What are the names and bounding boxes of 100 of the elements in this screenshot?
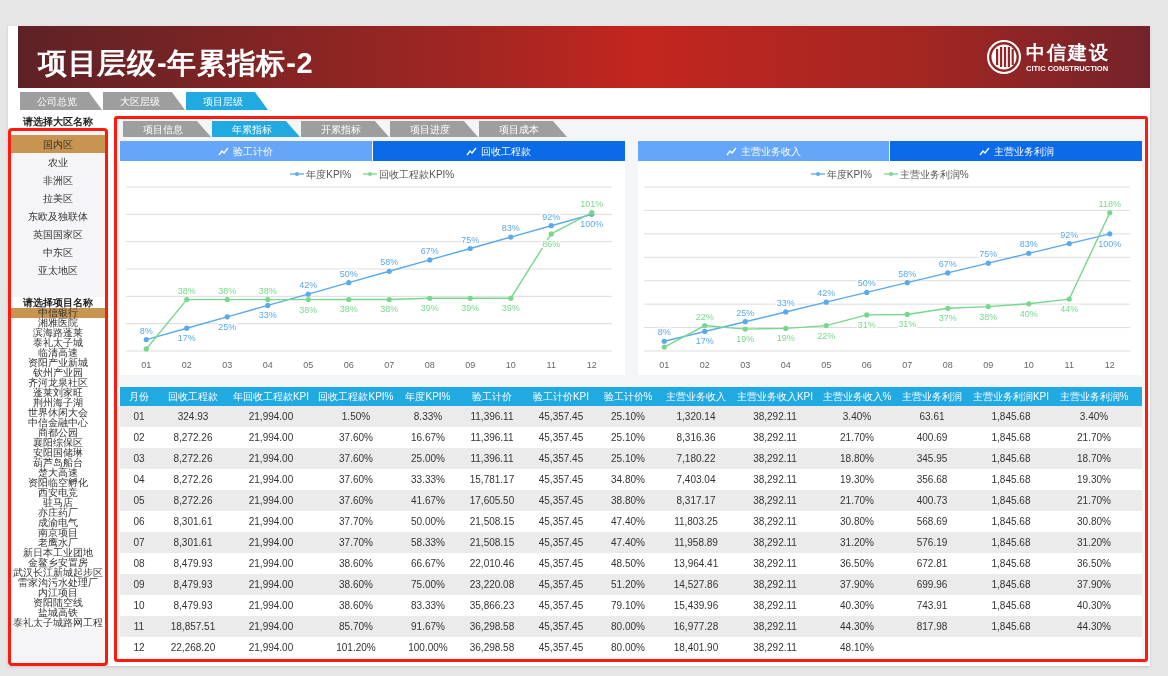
- project-item[interactable]: 南京项目: [11, 528, 105, 538]
- project-item[interactable]: 成渝电气: [11, 518, 105, 528]
- table-cell-text: 1.50%: [340, 410, 372, 424]
- table-cell-text: 47.40%: [610, 515, 646, 529]
- legend-item: 回收工程款KPI%: [363, 167, 455, 181]
- table-cell-text: 21,508.15: [468, 536, 516, 550]
- chart-tab[interactable]: 主营业务利润: [890, 141, 1142, 161]
- project-title: 请选择项目名称: [11, 297, 105, 308]
- data-label: 25%: [735, 307, 754, 318]
- table-cell-text: 23,220.08: [468, 578, 516, 592]
- axis-label: 02: [699, 360, 710, 370]
- axis-label: 06: [861, 360, 872, 370]
- table-cell-text: 85.70%: [338, 620, 374, 634]
- region-item[interactable]: 国内区: [11, 135, 105, 153]
- project-item[interactable]: 齐河龙泉社区: [11, 378, 105, 388]
- table-cell-text: 35,866.23: [468, 599, 516, 613]
- project-item[interactable]: 金鳌乡安置房: [11, 558, 105, 568]
- region-item[interactable]: 农业: [11, 153, 105, 171]
- table-cell-text: 8,479.93: [172, 599, 214, 613]
- data-label: 101%: [580, 198, 604, 209]
- table-cell-text: 25.10%: [610, 410, 646, 424]
- table-cell-text: 21.70%: [1076, 431, 1112, 445]
- table-cell-text: 18,857.51: [169, 620, 217, 634]
- table-cell-text: 1,845.68: [990, 494, 1032, 508]
- column-header: 回收工程款: [167, 390, 219, 404]
- project-item[interactable]: 武汉长江新城起步区: [11, 568, 105, 578]
- project-item[interactable]: 盐城高铁: [11, 608, 105, 618]
- table-cell-text: 38,292.11: [752, 641, 798, 655]
- axis-label: 10: [1023, 360, 1034, 370]
- data-label: 75%: [978, 249, 997, 260]
- project-item[interactable]: 钦州产业园: [11, 368, 105, 378]
- project-item[interactable]: 商都公园: [11, 428, 105, 438]
- table-cell-text: 7,180.22: [675, 452, 717, 466]
- table-cell-text: 37.60%: [338, 473, 374, 487]
- region-item[interactable]: 亚太地区: [11, 261, 105, 279]
- project-item[interactable]: 资阳陆空线: [11, 598, 105, 608]
- legend-item: 年度KPI%: [810, 167, 872, 181]
- project-item[interactable]: 葫芦岛船台: [11, 458, 105, 468]
- project-item[interactable]: 泰礼太子城路网工程: [11, 618, 105, 628]
- table-cell-text: 3.40%: [841, 410, 873, 424]
- table-cell-text: 30.80%: [1076, 515, 1112, 529]
- project-item[interactable]: 临清高速: [11, 348, 105, 358]
- axis-label: 10: [505, 360, 516, 370]
- table-cell-text: 817.98: [915, 620, 949, 634]
- data-label: 31%: [897, 319, 916, 330]
- project-item[interactable]: 荆州海子湖: [11, 398, 105, 408]
- table-cell-text: 36.50%: [839, 557, 875, 571]
- table-cell-text: 41.67%: [410, 494, 446, 508]
- table-cell-text: 45,357.45: [537, 494, 585, 508]
- table-cell-text: 356.68: [915, 473, 949, 487]
- project-item[interactable]: 亦庄药厂: [11, 508, 105, 518]
- axis-label: 06: [343, 360, 354, 370]
- table-cell-text: 8,317.17: [675, 494, 717, 508]
- project-item[interactable]: 楚大高速: [11, 468, 105, 478]
- table-cell-text: 21,994.00: [247, 494, 295, 508]
- table-cell-text: 22,010.46: [468, 557, 516, 571]
- table-cell-text: 15,439.96: [672, 599, 720, 613]
- table-cell-text: 324.93: [176, 410, 210, 424]
- table-cell-text: 37.60%: [338, 494, 374, 508]
- table-cell-text: 45,357.45: [537, 557, 585, 571]
- project-item[interactable]: 雷家沟污水处理厂: [11, 578, 105, 588]
- project-item[interactable]: 资阳产业新城: [11, 358, 105, 368]
- project-item[interactable]: 蓬莱刘家旺: [11, 388, 105, 398]
- region-item[interactable]: 拉美区: [11, 189, 105, 207]
- data-label: 75%: [461, 234, 480, 245]
- project-item[interactable]: 资阳临空孵化: [11, 478, 105, 488]
- region-item[interactable]: 东欧及独联体: [11, 207, 105, 225]
- axis-label: 02: [181, 360, 192, 370]
- project-item[interactable]: 中信金融中心: [11, 418, 105, 428]
- data-label: 25%: [218, 321, 237, 332]
- project-item[interactable]: 西安电竞: [11, 488, 105, 498]
- table-cell-text: 34.80%: [610, 473, 646, 487]
- chart-tab[interactable]: 回收工程款: [372, 141, 625, 161]
- table-cell-text: 50.00%: [410, 515, 446, 529]
- column-header: 主营业务收入%: [821, 390, 893, 404]
- table-cell-text: 21.70%: [839, 431, 875, 445]
- region-item[interactable]: 非洲区: [11, 171, 105, 189]
- project-item[interactable]: 滨海路蓬莱: [11, 328, 105, 338]
- project-item[interactable]: 老鹰水厂: [11, 538, 105, 548]
- region-item[interactable]: 中东区: [11, 243, 105, 261]
- table-cell-text: 1,845.68: [990, 515, 1032, 529]
- project-item[interactable]: 安阳国储琳: [11, 448, 105, 458]
- table-cell-text: 1,845.68: [990, 452, 1032, 466]
- project-item[interactable]: 新日本工业团地: [11, 548, 105, 558]
- project-item[interactable]: 襄阳综保区: [11, 438, 105, 448]
- project-item[interactable]: 驻马店: [11, 498, 105, 508]
- project-item[interactable]: 泰礼太子城: [11, 338, 105, 348]
- project-item[interactable]: 湘雅医院: [11, 318, 105, 328]
- table-cell-text: 21,994.00: [247, 641, 295, 655]
- axis-label: 05: [820, 360, 831, 370]
- table-cell-text: 07: [132, 536, 146, 550]
- region-item[interactable]: 英国国家区: [11, 225, 105, 243]
- project-item[interactable]: 世界休闲大会: [11, 408, 105, 418]
- table-cell-text: 80.00%: [610, 620, 646, 634]
- table-cell-text: 101.20%: [335, 641, 377, 655]
- data-label: 38%: [177, 285, 196, 296]
- project-item[interactable]: 中信银行: [11, 308, 105, 318]
- table-cell-text: 672.81: [915, 557, 949, 571]
- table-cell-text: 06: [132, 515, 146, 529]
- project-item[interactable]: 内江项目: [11, 588, 105, 598]
